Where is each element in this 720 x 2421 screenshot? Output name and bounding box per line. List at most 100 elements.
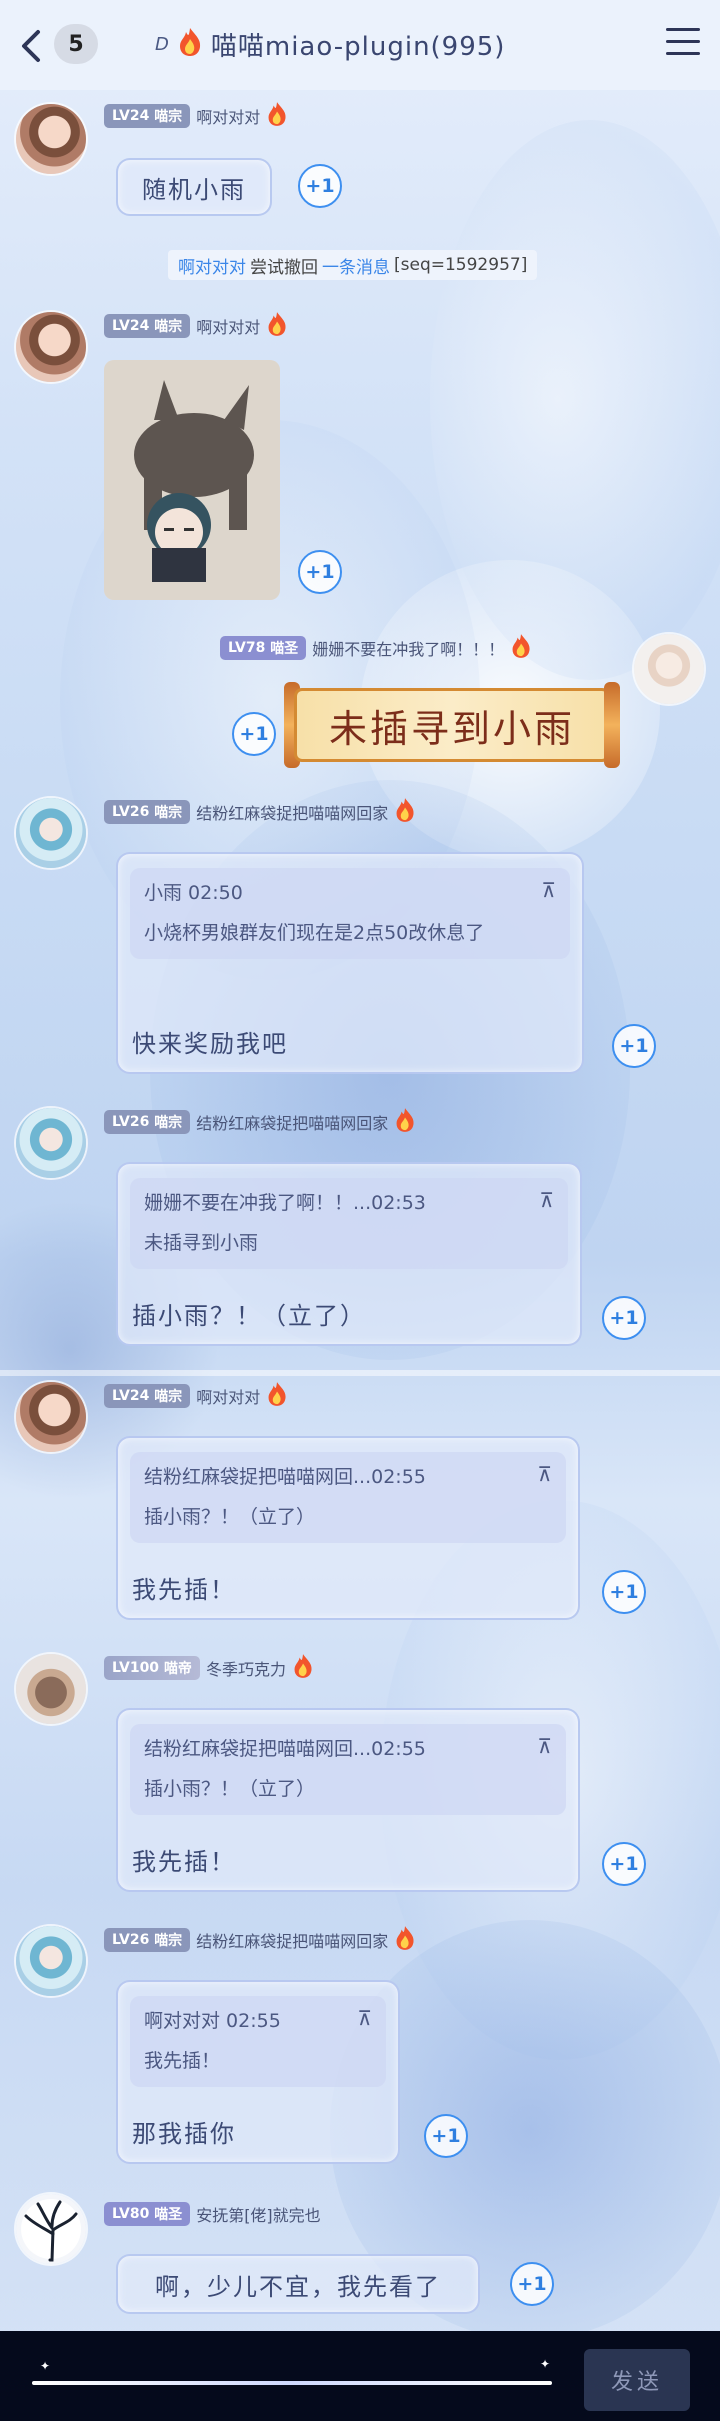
fire-icon [177, 27, 203, 61]
sticker-text: 未插寻到小雨 [328, 706, 575, 751]
avatar[interactable] [16, 1108, 86, 1178]
avatar[interactable] [16, 1654, 86, 1724]
unread-count-badge[interactable]: 5 [54, 24, 98, 64]
message-text: 啊，少儿不宜，我先看了 [155, 2272, 441, 2301]
level-badge: LV24 喵宗 [104, 1384, 191, 1408]
quote-header: 小雨 02:50 [144, 882, 243, 904]
menu-icon[interactable] [666, 28, 700, 58]
quote-header: 结粉红麻袋捉把喵喵网回...02:55 [144, 1738, 426, 1760]
avatar[interactable] [16, 104, 86, 174]
sender-nickname: 姗姗不要在冲我了啊！！！ [312, 640, 505, 659]
plus-one-button[interactable]: +1 [602, 1842, 646, 1886]
send-button[interactable]: 发送 [584, 2349, 690, 2411]
level-badge: LV100 喵帝 [104, 1656, 200, 1680]
pin-icon: ⊼ [537, 1734, 552, 1758]
sender-nickname: 啊对对对 [196, 1388, 261, 1407]
fire-icon [394, 1925, 416, 1955]
recall-notice: 啊对对对 尝试撤回 一条消息 [seq=1592957] [168, 250, 538, 280]
level-badge: LV80 喵圣 [104, 2202, 191, 2226]
back-arrow-icon[interactable] [14, 26, 48, 66]
plus-one-button[interactable]: +1 [232, 712, 276, 756]
avatar[interactable] [16, 312, 86, 382]
message-bubble[interactable]: 结粉红麻袋捉把喵喵网回...02:55 ⊼ 插小雨？！（立了） 我先插！ [116, 1436, 580, 1620]
plus-one-button[interactable]: +1 [510, 2262, 554, 2306]
sender-meta: LV26 喵宗 结粉红麻袋捉把喵喵网回家 [104, 1926, 416, 1954]
chat-title: D 喵喵miao-plugin(995) [155, 22, 505, 66]
sender-meta: LV24 喵宗 啊对对对 [104, 312, 288, 340]
sender-meta: LV100 喵帝 冬季巧克力 [104, 1654, 314, 1682]
message-bubble[interactable]: 小雨 02:50 ⊼ 小烧杯男娘群友们现在是2点50改休息了 快来奖励我吧 [116, 852, 584, 1074]
quote-body: 未插寻到小雨 [144, 1232, 259, 1254]
message-bubble[interactable]: 啊，少儿不宜，我先看了 [116, 2254, 480, 2314]
quote-body: 小烧杯男娘群友们现在是2点50改休息了 [144, 922, 485, 944]
level-badge: LV26 喵宗 [104, 800, 191, 824]
fire-icon [266, 101, 288, 131]
sender-nickname: 冬季巧克力 [205, 1660, 286, 1679]
recall-text: 尝试撤回 [250, 257, 318, 278]
recall-message-link[interactable]: 一条消息 [322, 253, 390, 278]
sender-meta: LV24 喵宗 啊对对对 [104, 1382, 288, 1410]
fire-icon [394, 797, 416, 827]
sender-nickname: 结粉红麻袋捉把喵喵网回家 [196, 804, 389, 823]
message-text: 插小雨？！（立了） [132, 1302, 366, 1330]
pin-icon: ⊼ [537, 1462, 552, 1486]
avatar[interactable] [634, 634, 704, 704]
quote-header: 结粉红麻袋捉把喵喵网回...02:55 [144, 1466, 426, 1488]
quote-header: 啊对对对 02:55 [144, 2010, 281, 2032]
quote-body: 插小雨？！（立了） [144, 1506, 316, 1528]
message-text: 快来奖励我吧 [132, 1030, 288, 1058]
sender-meta: LV26 喵宗 结粉红麻袋捉把喵喵网回家 [104, 1108, 416, 1136]
avatar[interactable] [16, 798, 86, 868]
message-bubble[interactable]: 啊对对对 02:55 ⊼ 我先插！ 那我插你 [116, 1980, 400, 2164]
sender-nickname: 安抚第[佬]就完也 [196, 2206, 321, 2225]
plus-one-button[interactable]: +1 [612, 1024, 656, 1068]
sender-meta: LV80 喵圣 安抚第[佬]就完也 [104, 2200, 321, 2228]
quote-body: 我先插！ [144, 2050, 221, 2072]
level-badge: LV26 喵宗 [104, 1928, 191, 1952]
message-bubble[interactable]: 姗姗不要在冲我了啊！！...02:53 ⊼ 未插寻到小雨 插小雨？！（立了） [116, 1162, 582, 1346]
fire-icon [266, 311, 288, 341]
sender-meta: LV26 喵宗 结粉红麻袋捉把喵喵网回家 [104, 798, 416, 826]
fire-icon [510, 633, 532, 663]
recall-user-link[interactable]: 啊对对对 [178, 253, 246, 278]
quoted-message[interactable]: 小雨 02:50 ⊼ 小烧杯男娘群友们现在是2点50改休息了 [130, 868, 570, 959]
message-bubble[interactable]: 随机小雨 [116, 158, 272, 216]
message-input[interactable] [32, 2381, 552, 2385]
plus-one-button[interactable]: +1 [602, 1296, 646, 1340]
plus-one-button[interactable]: +1 [298, 550, 342, 594]
sticker-message[interactable]: 未插寻到小雨 [284, 682, 620, 768]
plus-one-button[interactable]: +1 [602, 1570, 646, 1614]
level-badge: LV24 喵宗 [104, 314, 191, 338]
fire-icon [394, 1107, 416, 1137]
level-badge: LV24 喵宗 [104, 104, 191, 128]
title-prefix: D [155, 33, 169, 55]
fire-icon [266, 1381, 288, 1411]
plus-one-button[interactable]: +1 [298, 164, 342, 208]
quoted-message[interactable]: 啊对对对 02:55 ⊼ 我先插！ [130, 1996, 386, 2087]
quoted-message[interactable]: 结粉红麻袋捉把喵喵网回...02:55 ⊼ 插小雨？！（立了） [130, 1452, 566, 1543]
level-badge: LV26 喵宗 [104, 1110, 191, 1134]
avatar[interactable] [16, 1926, 86, 1996]
message-text: 我先插！ [132, 1576, 236, 1604]
quoted-message[interactable]: 结粉红麻袋捉把喵喵网回...02:55 ⊼ 插小雨？！（立了） [130, 1724, 566, 1815]
title-bar: 5 D 喵喵miao-plugin(995) [0, 0, 720, 90]
plus-one-button[interactable]: +1 [424, 2114, 468, 2158]
pin-icon: ⊼ [357, 2006, 372, 2030]
message-text: 随机小雨 [142, 175, 246, 204]
sender-meta: LV78 喵圣 姗姗不要在冲我了啊！！！ [220, 634, 532, 662]
message-composer: ✦ ✦ 发送 [0, 2331, 720, 2421]
avatar[interactable] [16, 2194, 86, 2264]
quote-header: 姗姗不要在冲我了啊！！...02:53 [144, 1192, 426, 1214]
quoted-message[interactable]: 姗姗不要在冲我了啊！！...02:53 ⊼ 未插寻到小雨 [130, 1178, 568, 1269]
sender-nickname: 啊对对对 [196, 108, 261, 127]
group-name: 喵喵miao-plugin(995) [210, 31, 506, 62]
message-text: 那我插你 [132, 2120, 236, 2148]
avatar[interactable] [16, 1382, 86, 1452]
sender-meta: LV24 喵宗 啊对对对 [104, 102, 288, 130]
message-bubble[interactable]: 结粉红麻袋捉把喵喵网回...02:55 ⊼ 插小雨？！（立了） 我先插！ [116, 1708, 580, 1892]
pin-icon: ⊼ [539, 1188, 554, 1212]
sender-nickname: 结粉红麻袋捉把喵喵网回家 [196, 1114, 389, 1133]
image-message-cat-sticker[interactable] [104, 360, 280, 600]
sparkle-icon: ✦ [40, 2359, 51, 2373]
fire-icon [292, 1653, 314, 1683]
